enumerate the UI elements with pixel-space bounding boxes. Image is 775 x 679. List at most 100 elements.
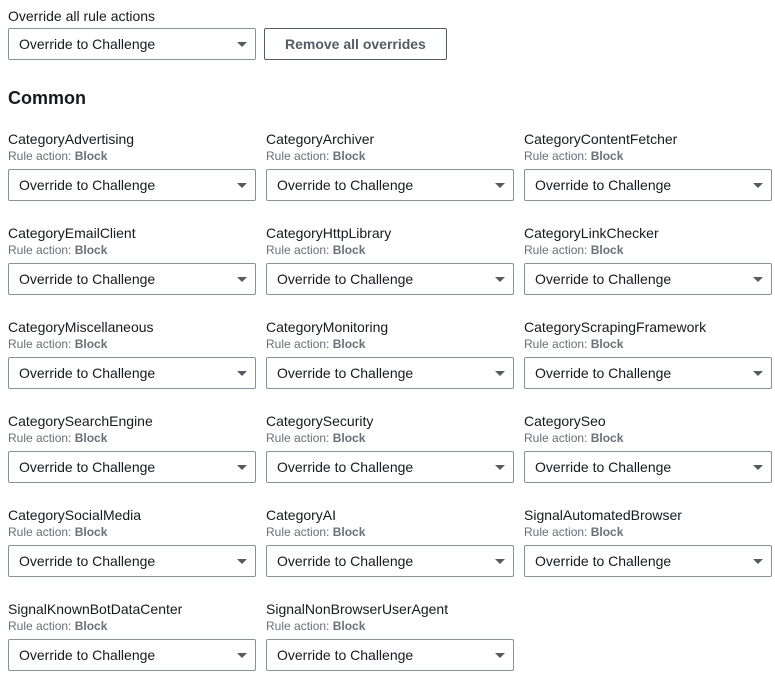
rule-action-prefix: Rule action: bbox=[524, 149, 591, 163]
rule-action-value: Block bbox=[75, 243, 108, 257]
rule-item: CategoryMonitoringRule action: BlockOver… bbox=[266, 319, 514, 389]
rule-name: CategoryScrapingFramework bbox=[524, 319, 772, 335]
rule-override-select[interactable]: Override to Challenge bbox=[524, 451, 772, 483]
rule-override-select-display[interactable]: Override to Challenge bbox=[8, 545, 256, 577]
rule-name: SignalKnownBotDataCenter bbox=[8, 601, 256, 617]
caret-down-icon bbox=[237, 42, 247, 47]
rule-override-select-display[interactable]: Override to Challenge bbox=[524, 545, 772, 577]
caret-down-icon bbox=[495, 559, 505, 564]
rule-override-select[interactable]: Override to Challenge bbox=[8, 545, 256, 577]
rule-override-select-value: Override to Challenge bbox=[277, 459, 413, 475]
rule-item: CategoryMiscellaneousRule action: BlockO… bbox=[8, 319, 256, 389]
override-all-select-value: Override to Challenge bbox=[19, 36, 155, 52]
rule-name: CategoryContentFetcher bbox=[524, 131, 772, 147]
override-all-select-display[interactable]: Override to Challenge bbox=[8, 28, 256, 60]
rule-override-select-value: Override to Challenge bbox=[277, 647, 413, 663]
caret-down-icon bbox=[237, 277, 247, 282]
rule-action-line: Rule action: Block bbox=[8, 525, 256, 539]
rule-override-select-display[interactable]: Override to Challenge bbox=[8, 263, 256, 295]
rule-name: CategoryEmailClient bbox=[8, 225, 256, 241]
section-title-common: Common bbox=[8, 88, 767, 109]
rule-item: CategorySocialMediaRule action: BlockOve… bbox=[8, 507, 256, 577]
rule-name: CategoryMiscellaneous bbox=[8, 319, 256, 335]
rule-override-select-display[interactable]: Override to Challenge bbox=[524, 451, 772, 483]
rule-item: SignalNonBrowserUserAgentRule action: Bl… bbox=[266, 601, 514, 671]
rule-action-prefix: Rule action: bbox=[266, 619, 333, 633]
override-all-label: Override all rule actions bbox=[8, 8, 767, 24]
rule-action-prefix: Rule action: bbox=[524, 337, 591, 351]
rule-override-select-display[interactable]: Override to Challenge bbox=[266, 639, 514, 671]
rule-override-select[interactable]: Override to Challenge bbox=[266, 169, 514, 201]
rule-override-select[interactable]: Override to Challenge bbox=[266, 357, 514, 389]
rule-override-select-display[interactable]: Override to Challenge bbox=[524, 169, 772, 201]
rule-override-select[interactable]: Override to Challenge bbox=[524, 169, 772, 201]
rule-name: CategoryMonitoring bbox=[266, 319, 514, 335]
rule-item: CategoryEmailClient Rule action: Block Ove… bbox=[8, 225, 256, 295]
rule-override-select[interactable]: Override to Challenge bbox=[8, 169, 256, 201]
rule-action-line: Rule action: Block bbox=[524, 431, 772, 445]
rule-action-prefix: Rule action: bbox=[8, 525, 75, 539]
rule-override-select-display[interactable]: Override to Challenge bbox=[8, 357, 256, 389]
rule-action-line: Rule action: Block bbox=[8, 243, 256, 257]
rule-name: CategoryAdvertising bbox=[8, 131, 256, 147]
rule-item: CategorySecurityRule action: BlockOverri… bbox=[266, 413, 514, 483]
rule-item: CategoryAdvertisingRule action: BlockOve… bbox=[8, 131, 256, 201]
rule-action-line: Rule action: Block bbox=[524, 525, 772, 539]
rule-override-select[interactable]: Override to Challenge bbox=[8, 357, 256, 389]
rule-override-select-value: Override to Challenge bbox=[535, 177, 671, 193]
override-all-select[interactable]: Override to Challenge bbox=[8, 28, 256, 60]
rule-override-select[interactable]: Override to Challenge bbox=[8, 263, 256, 295]
rule-override-select-display[interactable]: Override to Challenge bbox=[266, 545, 514, 577]
caret-down-icon bbox=[753, 183, 763, 188]
rule-override-select-value: Override to Challenge bbox=[277, 271, 413, 287]
rule-item: SignalKnownBotDataCenterRule action: Blo… bbox=[8, 601, 256, 671]
rule-action-prefix: Rule action: bbox=[266, 149, 333, 163]
rule-item: CategoryAIRule action: BlockOverride to … bbox=[266, 507, 514, 577]
rule-override-select-value: Override to Challenge bbox=[19, 365, 155, 381]
caret-down-icon bbox=[237, 465, 247, 470]
rule-action-value: Block bbox=[591, 149, 624, 163]
rule-action-value: Block bbox=[333, 243, 366, 257]
caret-down-icon bbox=[495, 277, 505, 282]
rule-override-select[interactable]: Override to Challenge bbox=[266, 451, 514, 483]
rule-override-select[interactable]: Override to Challenge bbox=[8, 639, 256, 671]
rule-action-line: Rule action: Block bbox=[266, 619, 514, 633]
rule-override-select-value: Override to Challenge bbox=[19, 647, 155, 663]
rule-action-prefix: Rule action: bbox=[8, 243, 75, 257]
rule-override-select-display[interactable]: Override to Challenge bbox=[8, 451, 256, 483]
rule-override-select-display[interactable]: Override to Challenge bbox=[266, 169, 514, 201]
rule-override-select-display[interactable]: Override to Challenge bbox=[266, 263, 514, 295]
rule-override-select-value: Override to Challenge bbox=[19, 553, 155, 569]
rule-override-select[interactable]: Override to Challenge bbox=[266, 545, 514, 577]
rule-name: CategorySeo bbox=[524, 413, 772, 429]
caret-down-icon bbox=[753, 559, 763, 564]
rule-override-select[interactable]: Override to Challenge bbox=[524, 545, 772, 577]
rule-item: CategorySearchEngineRule action: BlockOv… bbox=[8, 413, 256, 483]
rule-override-select[interactable]: Override to Challenge bbox=[524, 263, 772, 295]
rule-action-prefix: Rule action: bbox=[266, 525, 333, 539]
rule-override-select-display[interactable]: Override to Challenge bbox=[8, 169, 256, 201]
rule-override-select[interactable]: Override to Challenge bbox=[8, 451, 256, 483]
remove-all-overrides-button[interactable]: Remove all overrides bbox=[264, 28, 447, 60]
caret-down-icon bbox=[495, 371, 505, 376]
rule-override-select-display[interactable]: Override to Challenge bbox=[524, 357, 772, 389]
rules-grid: CategoryAdvertising Rule action: Block Ove… bbox=[8, 131, 767, 671]
rule-override-select-display[interactable]: Override to Challenge bbox=[266, 357, 514, 389]
rule-override-select[interactable]: Override to Challenge bbox=[266, 639, 514, 671]
caret-down-icon bbox=[753, 277, 763, 282]
rule-override-select-display[interactable]: Override to Challenge bbox=[524, 263, 772, 295]
rule-override-select[interactable]: Override to Challenge bbox=[524, 357, 772, 389]
rule-item: CategorySeo Rule action: Block Override to… bbox=[524, 413, 772, 483]
caret-down-icon bbox=[495, 653, 505, 658]
rule-action-prefix: Rule action: bbox=[8, 337, 75, 351]
rule-name: CategoryHttpLibrary bbox=[266, 225, 514, 241]
rule-override-select[interactable]: Override to Challenge bbox=[266, 263, 514, 295]
rule-action-value: Block bbox=[75, 619, 108, 633]
rule-override-select-display[interactable]: Override to Challenge bbox=[8, 639, 256, 671]
rule-item: CategoryArchiverRule action: BlockOverri… bbox=[266, 131, 514, 201]
rule-action-line: Rule action: Block bbox=[8, 431, 256, 445]
rule-action-value: Block bbox=[75, 431, 108, 445]
rule-action-line: Rule action: Block bbox=[524, 149, 772, 163]
rule-override-select-display[interactable]: Override to Challenge bbox=[266, 451, 514, 483]
rule-action-line: Rule action: Block bbox=[266, 525, 514, 539]
